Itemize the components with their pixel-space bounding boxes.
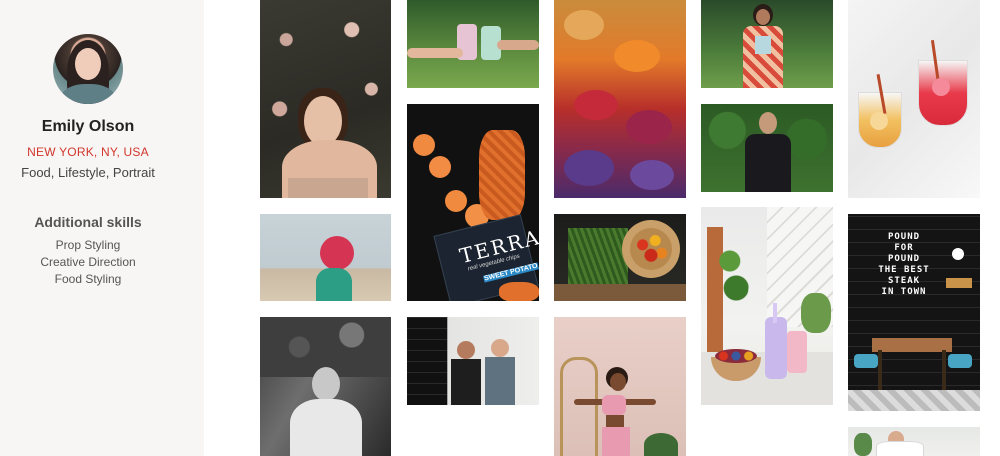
additional-skills-heading: Additional skills (34, 214, 142, 230)
sign-line: POUND (887, 254, 921, 264)
profile-sidebar: Emily Olson NEW YORK, NY, USA Food, Life… (0, 0, 204, 456)
photo-woman-red-hair-beach[interactable] (260, 214, 391, 301)
skill-item: Food Styling (54, 272, 122, 286)
photo-steak-sign-restaurant[interactable]: POUND FOR POUND THE BEST STEAK IN TOWN (848, 214, 980, 411)
photo-woman-stretching-pink[interactable] (554, 317, 686, 456)
sign-line: IN TOWN (881, 287, 927, 297)
sign-line: POUND (887, 232, 921, 242)
photo-terra-chips[interactable]: TERRA real vegetable chips SWEET POTATO (407, 104, 539, 301)
photo-vegetable-chips-closeup[interactable] (554, 0, 686, 198)
skill-item: Prop Styling (55, 238, 121, 252)
photo-two-chefs-kitchen[interactable] (407, 317, 539, 405)
photo-tumblers-toast[interactable] (407, 0, 539, 88)
photo-man-black-shirt-greenery[interactable] (701, 104, 833, 192)
avatar-face (75, 48, 101, 80)
avatar-shirt (61, 84, 115, 104)
sign-line: THE BEST (878, 265, 930, 275)
sign-line: STEAK (887, 276, 921, 286)
photo-kitchen-tumbler-fruit[interactable] (701, 207, 833, 405)
photo-cocktails-marble[interactable] (848, 0, 980, 198)
photo-woman-floral-wallpaper[interactable] (260, 0, 391, 198)
portfolio-page: Emily Olson NEW YORK, NY, USA Food, Life… (0, 0, 1000, 456)
profile-specialties: Food, Lifestyle, Portrait (21, 165, 155, 180)
sign-line: FOR (894, 243, 914, 253)
avatar[interactable] (53, 34, 123, 104)
photo-person-white-kitchen[interactable] (848, 427, 980, 456)
photo-chef-black-white[interactable] (260, 317, 391, 456)
profile-name: Emily Olson (41, 118, 135, 135)
skills-list: Prop Styling Creative Direction Food Sty… (0, 237, 176, 288)
profile-location: NEW YORK, NY, USA (27, 145, 149, 159)
photo-woman-in-garden[interactable] (701, 0, 833, 88)
skill-item: Creative Direction (40, 255, 136, 269)
photo-herbs-tomatoes[interactable] (554, 214, 686, 301)
